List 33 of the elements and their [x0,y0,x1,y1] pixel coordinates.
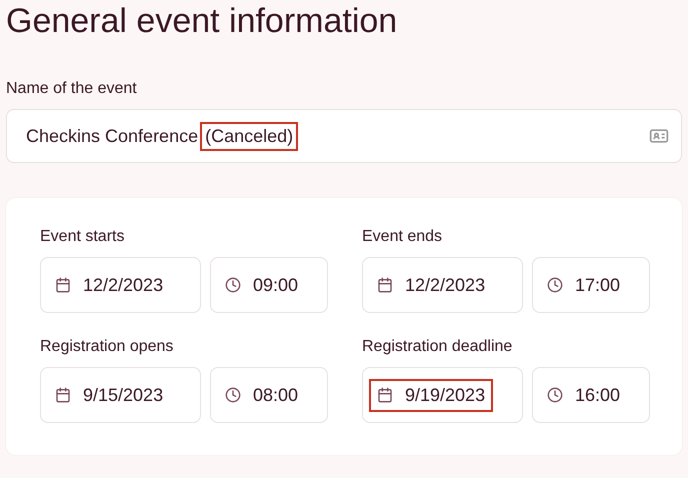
field-value: 09:00 [253,274,298,296]
date-field[interactable]: 9/15/2023 [40,367,201,423]
field-value: 17:00 [575,274,620,296]
time-field[interactable]: 09:00 [210,257,328,313]
field-value: Checkins Conference [25,124,200,148]
field-value: 9/19/2023 [405,384,486,406]
field-value: 9/15/2023 [83,384,164,406]
date-field[interactable]: 12/2/2023 [40,257,201,313]
clock-icon [225,277,241,293]
calendar-icon [377,387,393,403]
field-label: Event starts [40,227,126,247]
name-field[interactable]: Checkins Conference (Canceled) [6,109,682,163]
field-label: Event ends [362,227,444,247]
time-field[interactable]: 08:00 [210,367,328,423]
field-value: 12/2/2023 [405,274,486,296]
calendar-icon [55,277,71,293]
clock-icon [547,277,563,293]
highlighted-text: (Canceled) [200,122,298,150]
field-value: 12/2/2023 [83,274,164,296]
time-field[interactable]: 17:00 [532,257,650,313]
field-value: 16:00 [575,384,620,406]
clock-icon [225,387,241,403]
field-label: Name of the event [6,79,138,99]
calendar-icon [55,387,71,403]
field-label: Registration deadline [362,337,514,357]
field-value: 08:00 [253,384,298,406]
time-field[interactable]: 16:00 [532,367,650,423]
page-title: General event information [6,1,398,42]
date-field[interactable]: 9/19/2023 [362,367,523,423]
field-label: Registration opens [40,337,174,357]
clock-icon [547,387,563,403]
date-field[interactable]: 12/2/2023 [362,257,523,313]
calendar-icon [377,277,393,293]
